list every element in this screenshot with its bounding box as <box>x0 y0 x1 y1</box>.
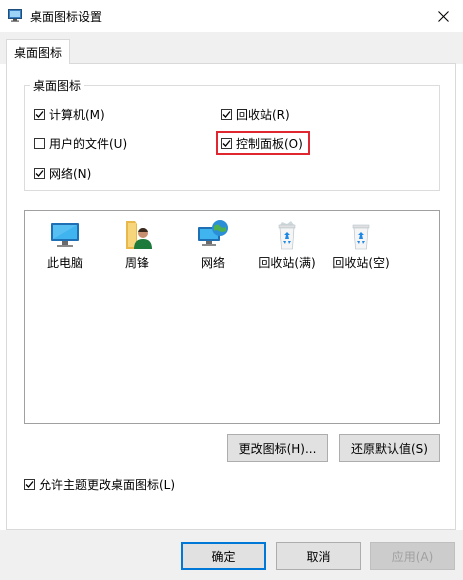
user-folder-icon <box>126 221 152 249</box>
icon-label: 周锋 <box>124 256 149 270</box>
checkbox-label: 网络(N) <box>49 166 92 181</box>
window-title: 桌面图标设置 <box>30 10 103 24</box>
close-icon <box>437 10 449 22</box>
icon-label: 此电脑 <box>46 256 83 270</box>
ok-button[interactable]: 确定 <box>181 542 266 570</box>
icon-item-this-pc[interactable]: 此电脑 <box>25 215 105 275</box>
highlight-box <box>216 131 310 155</box>
checkbox-network[interactable]: 网络(N) <box>34 165 91 181</box>
icon-item-network[interactable]: 网络 <box>173 215 253 275</box>
check-icon <box>222 110 231 118</box>
checkbox-box[interactable] <box>34 108 45 120</box>
title-bar: 桌面图标设置 <box>0 0 463 32</box>
change-icon-button[interactable]: 更改图标(H)... <box>227 434 328 462</box>
icon-item-recycle-bin-full[interactable]: 回收站(满) <box>247 215 327 275</box>
checkbox-label: 允许主题更改桌面图标(L) <box>39 477 176 492</box>
checkbox-computer[interactable]: 计算机(M) <box>34 106 105 122</box>
checkbox-box[interactable] <box>34 137 45 149</box>
close-button[interactable] <box>429 3 457 29</box>
icon-label: 网络 <box>200 256 225 270</box>
cancel-button[interactable]: 取消 <box>276 542 361 570</box>
apply-button: 应用(A) <box>370 542 455 570</box>
network-icon <box>198 220 228 246</box>
restore-default-button[interactable]: 还原默认值(S) <box>339 434 440 462</box>
icon-item-user-folder[interactable]: 周锋 <box>97 215 177 275</box>
icon-label: 回收站(空) <box>332 256 390 270</box>
tab-label: 桌面图标 <box>13 45 62 60</box>
groupbox-legend: 桌面图标 <box>30 77 85 94</box>
checkbox-label: 计算机(M) <box>49 107 105 122</box>
desktop-settings-icon <box>8 9 22 22</box>
tab-desktop-icons[interactable]: 桌面图标 <box>6 39 70 64</box>
check-icon <box>35 169 44 177</box>
recycle-bin-empty-icon <box>352 224 370 250</box>
computer-icon <box>51 223 79 247</box>
icon-label: 回收站(满) <box>258 256 316 270</box>
checkbox-label: 用户的文件(U) <box>49 136 128 151</box>
check-icon <box>35 110 44 118</box>
checkbox-recycle-bin[interactable]: 回收站(R) <box>221 106 290 122</box>
checkbox-allow-themes[interactable]: 允许主题更改桌面图标(L) <box>24 476 175 492</box>
recycle-bin-full-icon <box>278 221 296 250</box>
checkbox-user-files[interactable]: 用户的文件(U) <box>34 135 127 151</box>
checkbox-label: 回收站(R) <box>236 107 290 122</box>
icon-list[interactable]: 此电脑 周锋 网络 回收站(满) 回收站(空) <box>24 210 440 424</box>
icon-item-recycle-bin-empty[interactable]: 回收站(空) <box>321 215 401 275</box>
checkbox-box[interactable] <box>24 478 35 490</box>
checkbox-box[interactable] <box>221 108 232 120</box>
check-icon <box>25 480 34 488</box>
checkbox-box[interactable] <box>34 167 45 179</box>
